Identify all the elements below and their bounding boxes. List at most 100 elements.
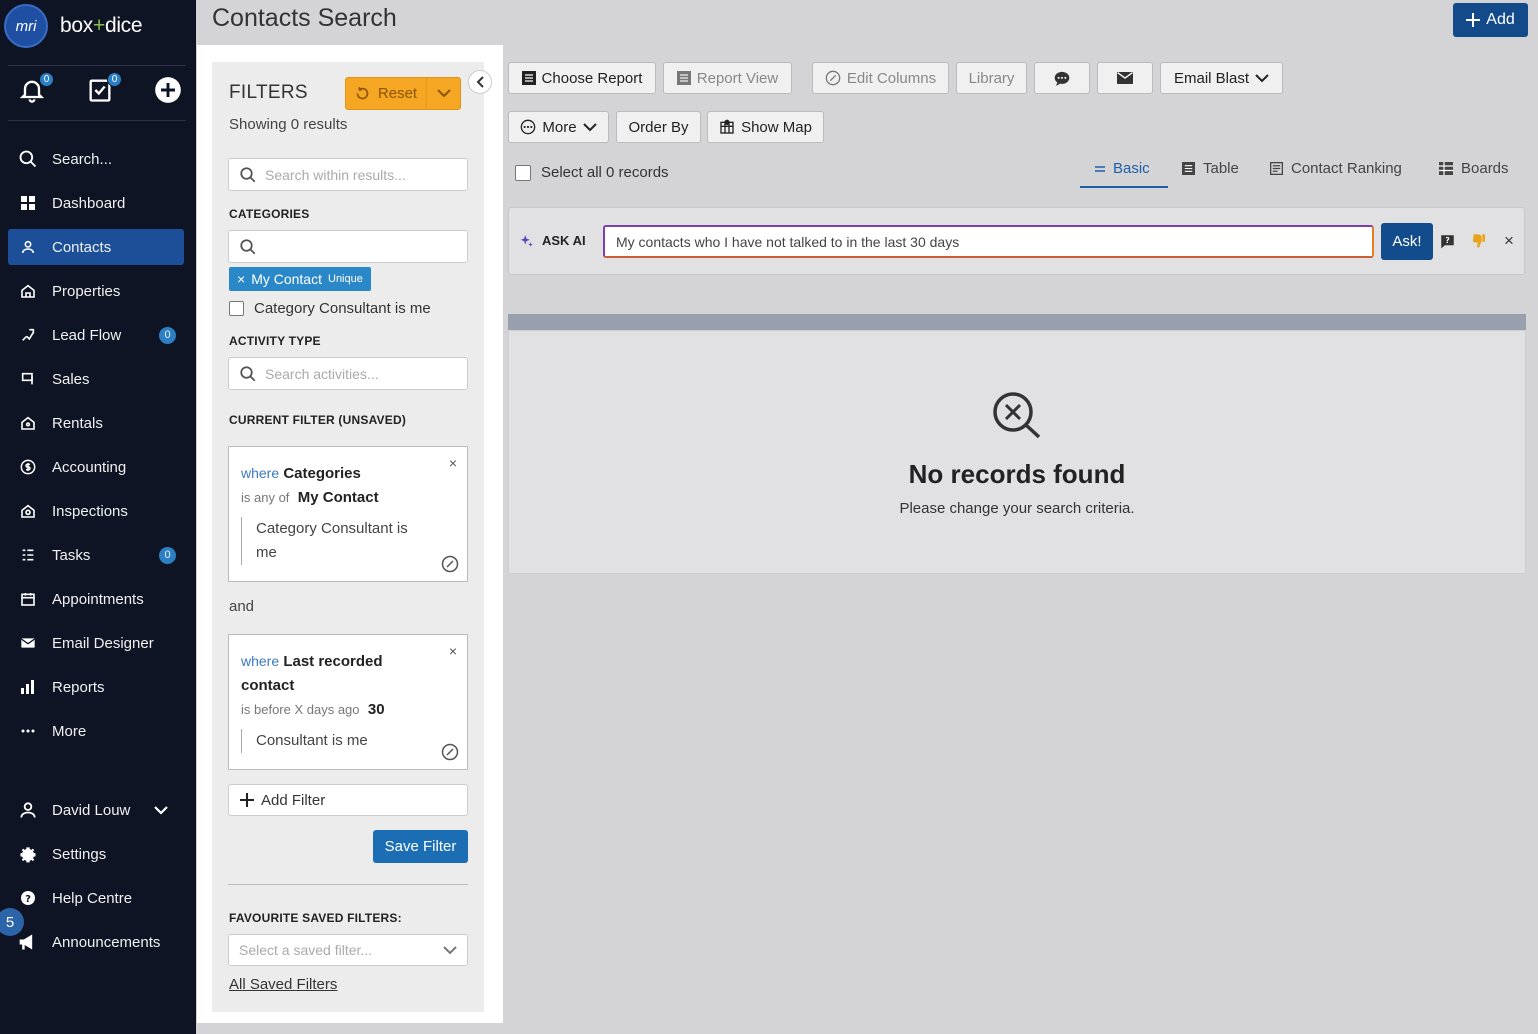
nav-label: Help Centre	[52, 889, 133, 907]
saved-filter-select[interactable]: Select a saved filter...	[228, 934, 468, 966]
brand-logo[interactable]: mri box+dice	[4, 4, 143, 48]
nav-lead-flow[interactable]: Lead Flow 0	[8, 313, 184, 357]
sms-button[interactable]	[1034, 62, 1090, 94]
filter-sub-condition: Category Consultant is me	[241, 517, 431, 565]
ask-ai-input[interactable]: My contacts who I have not talked to in …	[603, 225, 1374, 258]
categories-label: CATEGORIES	[229, 207, 310, 221]
nav-rentals[interactable]: Rentals	[8, 401, 184, 445]
nav-reports[interactable]: Reports	[8, 665, 184, 709]
chevron-down-icon	[154, 805, 168, 815]
tag-suffix: Unique	[328, 273, 363, 285]
notifications-button[interactable]: 0	[18, 72, 54, 106]
add-filter-label: Add Filter	[261, 791, 326, 809]
favourite-filters-label: FAVOURITE SAVED FILTERS:	[229, 911, 402, 925]
quick-add-button[interactable]	[154, 76, 184, 106]
nav-announcements[interactable]: Announcements	[8, 920, 184, 964]
button-label: Library	[968, 69, 1015, 87]
dollar-icon	[18, 457, 38, 477]
nav-properties[interactable]: Properties	[8, 269, 184, 313]
filter-field: Last recorded	[283, 653, 383, 670]
edit-pencil-icon[interactable]	[441, 743, 459, 761]
categories-search-input[interactable]	[228, 230, 468, 263]
user-icon	[18, 800, 38, 820]
nav-label: Appointments	[52, 590, 144, 608]
no-results-search-icon	[991, 390, 1043, 440]
choose-report-button[interactable]: Choose Report	[508, 62, 656, 94]
tab-table[interactable]: Table	[1182, 160, 1239, 177]
nav-label: Email Designer	[52, 634, 154, 652]
add-button[interactable]: Add	[1453, 3, 1528, 37]
user-menu[interactable]: David Louw	[8, 788, 184, 832]
add-label: Add	[1486, 11, 1515, 28]
button-label: Order By	[628, 118, 689, 136]
tab-contact-ranking[interactable]: Contact Ranking	[1270, 160, 1402, 177]
reset-dropdown-button[interactable]	[426, 78, 460, 109]
select-all-row[interactable]: Select all 0 records	[515, 164, 669, 181]
nav-more[interactable]: More	[8, 709, 184, 753]
table-icon	[1182, 162, 1195, 175]
save-filter-button[interactable]: Save Filter	[373, 830, 468, 863]
close-icon[interactable]: ×	[449, 643, 457, 659]
nav-label: Sales	[52, 370, 90, 388]
nav-search[interactable]: Search...	[8, 137, 184, 181]
all-saved-filters-link[interactable]: All Saved Filters	[229, 976, 337, 993]
tasks-shortcut-button[interactable]: 0	[86, 72, 122, 106]
tasks-icon	[18, 545, 38, 565]
nav-appointments[interactable]: Appointments	[8, 577, 184, 621]
ask-button[interactable]: Ask!	[1381, 223, 1433, 260]
report-view-button[interactable]: Report View	[663, 62, 792, 94]
nav-contacts[interactable]: Contacts	[8, 229, 184, 265]
select-all-checkbox[interactable]	[515, 164, 531, 181]
show-map-button[interactable]: Show Map	[707, 111, 824, 143]
remove-tag-icon[interactable]: ×	[237, 271, 245, 287]
tab-boards[interactable]: Boards	[1439, 160, 1509, 177]
checkbox-label: Category Consultant is me	[254, 300, 431, 317]
nav-dashboard[interactable]: Dashboard	[8, 181, 184, 225]
collapse-filters-button[interactable]	[468, 70, 492, 94]
report-icon	[676, 71, 691, 85]
feedback-icon[interactable]: ?	[1438, 232, 1456, 250]
nav-accounting[interactable]: Accounting	[8, 445, 184, 489]
nav-settings[interactable]: Settings	[8, 832, 184, 876]
inspection-icon	[18, 501, 38, 521]
tab-basic[interactable]: Basic	[1095, 160, 1150, 177]
add-filter-button[interactable]: Add Filter	[228, 784, 468, 816]
edit-columns-button[interactable]: Edit Columns	[812, 62, 949, 94]
close-icon[interactable]: ×	[1500, 231, 1518, 250]
library-button[interactable]: Library	[956, 62, 1027, 94]
nav-label: Search...	[52, 150, 113, 168]
search-icon	[240, 365, 256, 381]
thumbs-down-icon[interactable]	[1470, 232, 1488, 250]
category-tag[interactable]: × My Contact Unique	[229, 267, 371, 291]
order-by-button[interactable]: Order By	[616, 111, 701, 143]
chevron-down-icon	[1255, 73, 1269, 82]
lead-flow-badge: 0	[159, 326, 176, 344]
more-dropdown[interactable]: More	[508, 111, 609, 143]
edit-circle-icon	[825, 70, 841, 86]
reset-button[interactable]: Reset	[346, 85, 426, 102]
category-consultant-row[interactable]: Category Consultant is me	[229, 300, 431, 317]
activity-type-label: ACTIVITY TYPE	[229, 334, 321, 348]
list-icon	[1095, 165, 1105, 172]
nav-help-centre[interactable]: ? Help Centre	[8, 876, 184, 920]
email-button[interactable]	[1097, 62, 1153, 94]
nav-tasks[interactable]: Tasks 0	[8, 533, 184, 577]
activity-search-input[interactable]: Search activities...	[228, 357, 468, 390]
nav-label: Rentals	[52, 414, 103, 432]
tasks-badge: 0	[107, 72, 122, 87]
nav-email-designer[interactable]: Email Designer	[8, 621, 184, 665]
map-icon	[720, 119, 734, 134]
filter-card-categories: × where Categories is any of My Contact …	[228, 446, 468, 582]
nav-inspections[interactable]: Inspections	[8, 489, 184, 533]
filter-field: Categories	[283, 465, 361, 482]
rentals-icon	[18, 413, 38, 433]
filter-value: 30	[367, 701, 385, 718]
nav-sales[interactable]: Sales	[8, 357, 184, 401]
button-label: Email Blast	[1173, 69, 1250, 87]
filter-operator: is any of	[241, 490, 290, 505]
email-blast-dropdown[interactable]: Email Blast	[1160, 62, 1283, 94]
close-icon[interactable]: ×	[449, 455, 457, 471]
edit-pencil-icon[interactable]	[441, 555, 459, 573]
category-consultant-checkbox[interactable]	[229, 301, 244, 316]
search-within-results-input[interactable]: Search within results...	[228, 158, 468, 191]
